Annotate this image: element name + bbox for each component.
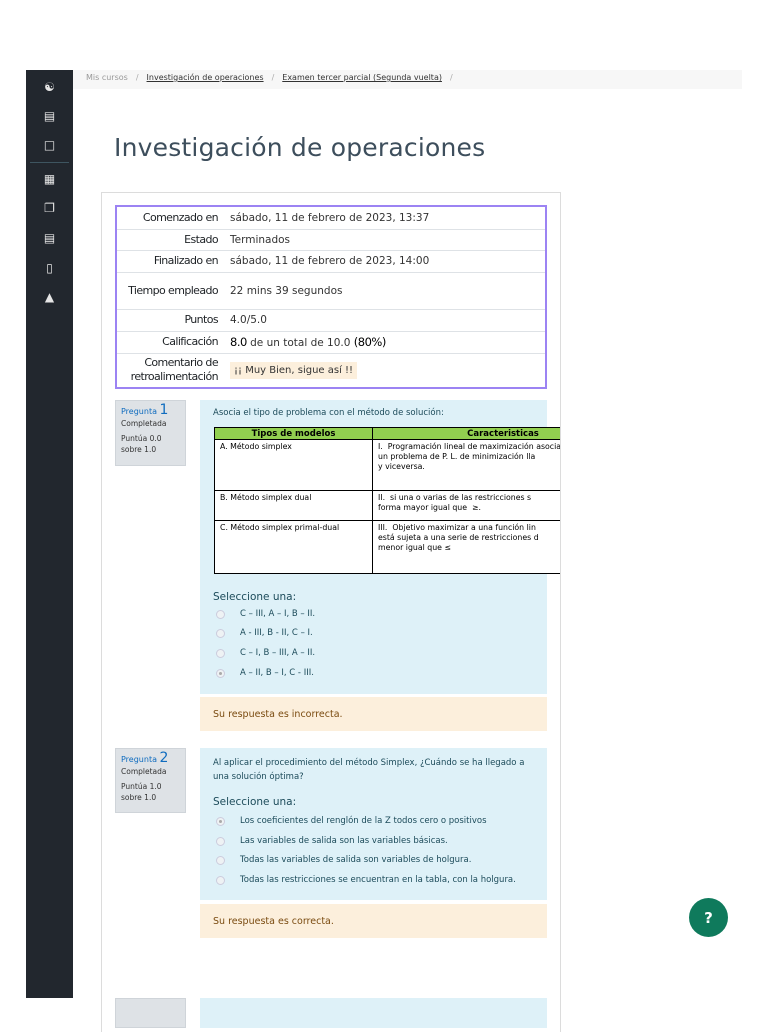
book-open-icon[interactable]: ▤	[26, 230, 73, 246]
summary-row: Puntos 4.0/5.0	[116, 308, 546, 331]
answer-option[interactable]: C – I, B – III, A – II.	[216, 648, 315, 658]
table-cell: A. Método simplex	[214, 439, 373, 491]
summary-value: 4.0/5.0	[222, 308, 546, 331]
table-cell: I. Programación lineal de maximización a…	[372, 439, 560, 491]
question-table: Tipos de modelos Caracteristicas A. Métod…	[214, 427, 560, 574]
radio-button[interactable]	[216, 836, 225, 846]
copy-icon[interactable]: ❐	[26, 200, 73, 216]
radio-button[interactable]	[216, 648, 225, 658]
question-text: Asocia el tipo de problema con el método…	[213, 408, 444, 418]
breadcrumb-quiz[interactable]: Examen tercer parcial (Segunda vuelta)	[282, 73, 442, 82]
summary-label: Comentario de retroalimentación	[116, 352, 222, 388]
answer-option[interactable]: Todas las restricciones se encuentran en…	[216, 875, 516, 885]
summary-value: 8.0 de un total de 10.0 (80%)	[222, 330, 546, 353]
summary-value: ¡¡ Muy Bien, sigue así !!	[222, 352, 546, 388]
radio-button[interactable]	[216, 628, 225, 638]
breadcrumb-separator: /	[271, 73, 275, 82]
select-prompt: Seleccione una:	[213, 796, 297, 808]
radio-button[interactable]	[216, 875, 225, 885]
table-cell: C. Método simplex primal-dual	[214, 520, 373, 574]
summary-row: Comenzado en sábado, 11 de febrero de 202…	[116, 205, 546, 229]
table-cell: B. Método simplex dual	[214, 490, 373, 521]
question-2-info: Pregunta 2 Completada Puntúa 1.0 sobre 1…	[115, 748, 186, 813]
question-state: Completada	[121, 419, 167, 428]
breadcrumb-course[interactable]: Investigación de operaciones	[147, 73, 264, 82]
table-row: A. Método simplex I. Programación lineal …	[214, 439, 560, 491]
question-number: Pregunta 1	[121, 402, 169, 418]
page-title: Investigación de operaciones	[114, 133, 486, 162]
summary-label: Calificación	[116, 330, 222, 353]
breadcrumb-mis-cursos[interactable]: Mis cursos	[86, 73, 128, 82]
summary-label: Puntos	[116, 308, 222, 331]
table-cell: II. si una o varias de las restricciones…	[372, 490, 560, 521]
calendar-icon[interactable]: ▦	[26, 171, 73, 187]
sidebar-nav: ☯ ▤ □ ▦ ❐ ▤ ▯ ▲	[26, 70, 73, 998]
summary-row: Tiempo empleado 22 mins 39 segundos	[116, 271, 546, 309]
summary-value: 22 mins 39 segundos	[222, 271, 546, 309]
radio-button-selected[interactable]	[216, 668, 225, 678]
question-score: Puntúa 0.0 sobre 1.0	[121, 434, 162, 454]
book-icon[interactable]: ▤	[26, 108, 73, 124]
question-text: Al aplicar el procedimiento del método S…	[213, 758, 525, 782]
table-header: Caracteristicas	[372, 427, 560, 440]
summary-value: Terminados	[222, 228, 546, 250]
mobile-icon[interactable]: ▯	[26, 260, 73, 276]
grade-total: de un total de 10.0	[246, 337, 354, 349]
graduation-cap-icon[interactable]: ▲	[26, 289, 73, 305]
question-1-feedback: Su respuesta es incorrecta.	[200, 697, 547, 731]
summary-value: sábado, 11 de febrero de 2023, 13:37	[222, 205, 546, 229]
grade-percent: (80%)	[353, 335, 387, 349]
radio-button[interactable]	[216, 609, 225, 619]
summary-label: Estado	[116, 228, 222, 250]
summary-row: Calificación 8.0 de un total de 10.0 (80%…	[116, 330, 546, 353]
summary-label: Tiempo empleado	[116, 271, 222, 309]
summary-row: Estado Terminados	[116, 228, 546, 250]
answer-option[interactable]: A – II, B – I, C - III.	[216, 668, 314, 678]
breadcrumb: Mis cursos / Investigación de operaciones /…	[73, 70, 742, 89]
table-cell: III. Objetivo maximizar a una función li…	[372, 520, 560, 574]
question-table-wrapper: Tipos de modelos Caracteristicas A. Métod…	[214, 427, 560, 574]
table-row: C. Método simplex primal-dual III. Objeti…	[214, 520, 560, 574]
radio-button[interactable]	[216, 855, 225, 865]
question-number: Pregunta 2	[121, 750, 169, 766]
breadcrumb-separator: /	[135, 73, 139, 82]
breadcrumb-separator: /	[449, 73, 453, 82]
help-button[interactable]: ?	[689, 898, 728, 937]
select-prompt: Seleccione una:	[213, 591, 297, 603]
question-score: Puntúa 1.0 sobre 1.0	[121, 782, 162, 802]
summary-row: Finalizado en sábado, 11 de febrero de 20…	[116, 249, 546, 272]
question-2-feedback: Su respuesta es correcta.	[200, 904, 547, 938]
answer-option[interactable]: Las variables de salida son las variable…	[216, 836, 448, 846]
answer-option[interactable]: Los coeficientes del renglón de la Z tod…	[216, 816, 487, 826]
question-2-content: Al aplicar el procedimiento del método S…	[200, 748, 547, 900]
radio-button-selected[interactable]	[216, 816, 225, 826]
feedback-comment: ¡¡ Muy Bien, sigue así !!	[230, 362, 358, 380]
summary-label: Comenzado en	[116, 205, 222, 229]
summary-row: Comentario de retroalimentación ¡¡ Muy Bi…	[116, 352, 546, 388]
answer-option[interactable]: A - III, B - II, C – I.	[216, 628, 313, 638]
answer-option[interactable]: C – III, A – I, B – II.	[216, 609, 315, 619]
table-header: Tipos de modelos	[214, 427, 373, 440]
question-1-info: Pregunta 1 Completada Puntúa 0.0 sobre 1…	[115, 400, 186, 466]
question-state: Completada	[121, 767, 167, 776]
grade-value: 8.0	[230, 335, 247, 349]
answer-option[interactable]: Todas las variables de salida son variab…	[216, 855, 471, 865]
attempt-summary-table: Comenzado en sábado, 11 de febrero de 202…	[115, 205, 547, 389]
user-icon[interactable]: ☯	[26, 79, 73, 95]
folder-icon[interactable]: □	[26, 137, 73, 153]
summary-label: Finalizado en	[116, 249, 222, 272]
summary-value: sábado, 11 de febrero de 2023, 14:00	[222, 249, 546, 272]
table-row: B. Método simplex dual II. si una o varia…	[214, 490, 560, 521]
sidebar-divider	[30, 162, 69, 163]
